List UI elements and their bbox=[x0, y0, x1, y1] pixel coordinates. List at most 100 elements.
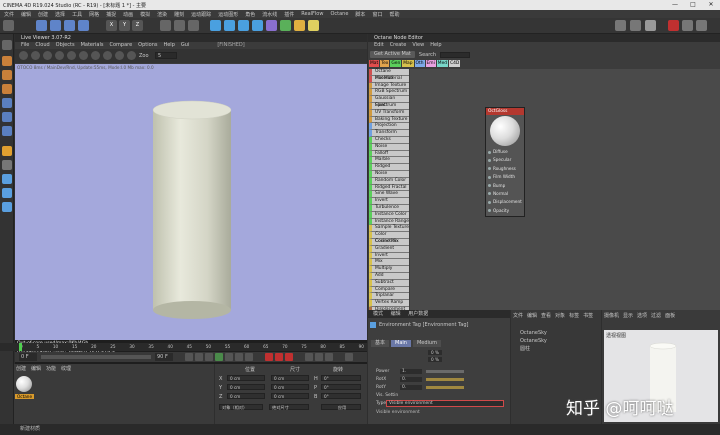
lv-menu-materials[interactable]: Materials bbox=[81, 42, 104, 49]
size-z-field[interactable]: 0 cm bbox=[271, 393, 309, 399]
menu-item[interactable]: 插件 bbox=[284, 11, 294, 18]
type-dropdown[interactable]: Visible environment bbox=[386, 400, 504, 407]
menu-item[interactable]: 捕捉 bbox=[106, 11, 116, 18]
scale-key-icon[interactable] bbox=[325, 353, 333, 361]
power-slider[interactable] bbox=[426, 370, 464, 373]
obj-menu-item[interactable]: 查看 bbox=[541, 312, 551, 319]
close-button[interactable]: ✕ bbox=[702, 0, 720, 10]
mat-menu-item[interactable]: 功能 bbox=[46, 365, 56, 372]
menu-item[interactable]: 文件 bbox=[4, 11, 14, 18]
obj-menu-item[interactable]: 编辑 bbox=[527, 312, 537, 319]
lock-workplane-icon[interactable] bbox=[2, 188, 12, 198]
goto-start-icon[interactable] bbox=[185, 353, 193, 361]
coord-mode-select[interactable]: 对象（相对） bbox=[219, 404, 263, 410]
light-icon[interactable] bbox=[308, 20, 319, 31]
prev-frame-icon[interactable] bbox=[205, 353, 213, 361]
rotx-field[interactable]: 0. bbox=[400, 377, 422, 382]
ne-menu-create[interactable]: Create bbox=[390, 42, 407, 49]
node-list-item[interactable]: Add bbox=[369, 272, 409, 280]
snap-icon[interactable] bbox=[2, 174, 12, 184]
select-icon[interactable] bbox=[36, 20, 47, 31]
z-axis-icon[interactable]: Z bbox=[132, 20, 143, 31]
tab-medium[interactable]: Medium bbox=[412, 340, 441, 347]
node-pin[interactable]: Specular bbox=[486, 156, 524, 164]
object-row[interactable]: 圆柱 bbox=[513, 346, 599, 353]
node-pin[interactable]: Film Width bbox=[486, 173, 524, 181]
menu-item[interactable]: 工具 bbox=[72, 11, 82, 18]
pos-z-field[interactable]: 0 cm bbox=[227, 393, 265, 399]
ne-menu-help[interactable]: Help bbox=[430, 42, 441, 49]
cube-icon[interactable] bbox=[210, 20, 221, 31]
node-list-item[interactable]: Invert bbox=[369, 198, 409, 205]
node-list-item[interactable]: Checks bbox=[369, 136, 409, 144]
layout-icon[interactable] bbox=[615, 20, 626, 31]
record-icon[interactable] bbox=[265, 353, 273, 361]
lv-menu-gui[interactable]: Gui bbox=[181, 42, 189, 49]
node-pin[interactable]: Opacity bbox=[486, 207, 524, 215]
obj-menu-item[interactable]: 对象 bbox=[555, 312, 565, 319]
keyframe-icon[interactable] bbox=[285, 353, 293, 361]
ne-menu-view[interactable]: View bbox=[412, 42, 424, 49]
y-axis-icon[interactable]: Y bbox=[119, 20, 130, 31]
node-list-item[interactable]: Gaussian Spectrum bbox=[369, 96, 409, 108]
tab-main[interactable]: Main bbox=[391, 340, 411, 347]
node-pin[interactable]: Bump bbox=[486, 182, 524, 190]
planar-icon[interactable] bbox=[2, 202, 12, 212]
node-list-item[interactable]: Color Correction bbox=[369, 232, 409, 244]
render-view-icon[interactable] bbox=[174, 20, 185, 31]
tab-oth[interactable]: Oth bbox=[414, 60, 425, 67]
mat-menu-item[interactable]: 纹理 bbox=[61, 365, 71, 372]
region-icon[interactable] bbox=[79, 51, 88, 60]
pause-icon[interactable] bbox=[43, 51, 52, 60]
focus-icon[interactable] bbox=[103, 51, 112, 60]
maximize-button[interactable]: □ bbox=[684, 0, 702, 10]
tab-emi[interactable]: Emi bbox=[425, 60, 436, 67]
lv-menu-options[interactable]: Options bbox=[138, 42, 157, 49]
pos-x-field[interactable]: 0 cm bbox=[227, 375, 265, 381]
menu-item[interactable]: 帮助 bbox=[389, 11, 399, 18]
send-scene-icon[interactable] bbox=[19, 51, 28, 60]
node-list-item[interactable]: Noise bbox=[369, 170, 409, 178]
stop-icon[interactable] bbox=[55, 51, 64, 60]
pen-icon[interactable] bbox=[224, 20, 235, 31]
rotx-slider[interactable] bbox=[426, 378, 464, 381]
node-list-item[interactable]: Octane Material bbox=[369, 69, 409, 81]
minimize-button[interactable]: — bbox=[666, 0, 684, 10]
menu-item[interactable]: 运动跟踪 bbox=[191, 11, 211, 18]
node-list-item[interactable]: Subtract bbox=[369, 279, 409, 287]
floor-icon[interactable] bbox=[280, 20, 291, 31]
node-list-item[interactable]: Vertex Ramp bbox=[369, 300, 409, 307]
array-icon[interactable] bbox=[252, 20, 263, 31]
lv-menu-file[interactable]: File bbox=[21, 42, 29, 49]
timeline-ruler[interactable]: 0 5 10 15 20 25 30 35 40 45 50 55 60 65 … bbox=[0, 343, 367, 351]
obj-menu-item[interactable]: 文件 bbox=[513, 312, 523, 319]
power-field[interactable]: 1. bbox=[400, 369, 422, 374]
scale-icon[interactable] bbox=[64, 20, 75, 31]
camera-icon[interactable] bbox=[294, 20, 305, 31]
make-editable-icon[interactable] bbox=[2, 40, 12, 50]
prev-key-icon[interactable] bbox=[195, 353, 203, 361]
material-thumbnail[interactable] bbox=[16, 376, 32, 392]
node-list-item[interactable]: Transform bbox=[369, 130, 409, 137]
tab-med[interactable]: Med bbox=[436, 60, 449, 67]
menu-item[interactable]: 选择 bbox=[55, 11, 65, 18]
attr-menu-item[interactable]: 用户数据 bbox=[408, 311, 428, 317]
lv-menu-objects[interactable]: Objects bbox=[56, 42, 75, 49]
menu-item[interactable]: 运动图形 bbox=[218, 11, 238, 18]
tab-tex[interactable]: Tex bbox=[380, 60, 390, 67]
octane-live-icon[interactable] bbox=[696, 20, 707, 31]
material-name[interactable]: Octane bbox=[15, 394, 35, 399]
node-list-item[interactable]: Gradient bbox=[369, 245, 409, 253]
save-image-icon[interactable] bbox=[127, 51, 136, 60]
percent-field[interactable]: 0 % bbox=[428, 350, 442, 355]
mat-menu-item[interactable]: 编辑 bbox=[31, 365, 41, 372]
restart-icon[interactable] bbox=[31, 51, 40, 60]
roty-slider[interactable] bbox=[426, 386, 464, 389]
vp-menu-item[interactable]: 显示 bbox=[623, 312, 633, 319]
menu-item[interactable]: 角色 bbox=[245, 11, 255, 18]
layout-icon[interactable] bbox=[645, 20, 656, 31]
attr-menu-item[interactable]: 编辑 bbox=[391, 311, 401, 317]
workplane-icon[interactable] bbox=[2, 84, 12, 94]
menu-item[interactable]: 雕刻 bbox=[174, 11, 184, 18]
obj-menu-item[interactable]: 书签 bbox=[583, 312, 593, 319]
